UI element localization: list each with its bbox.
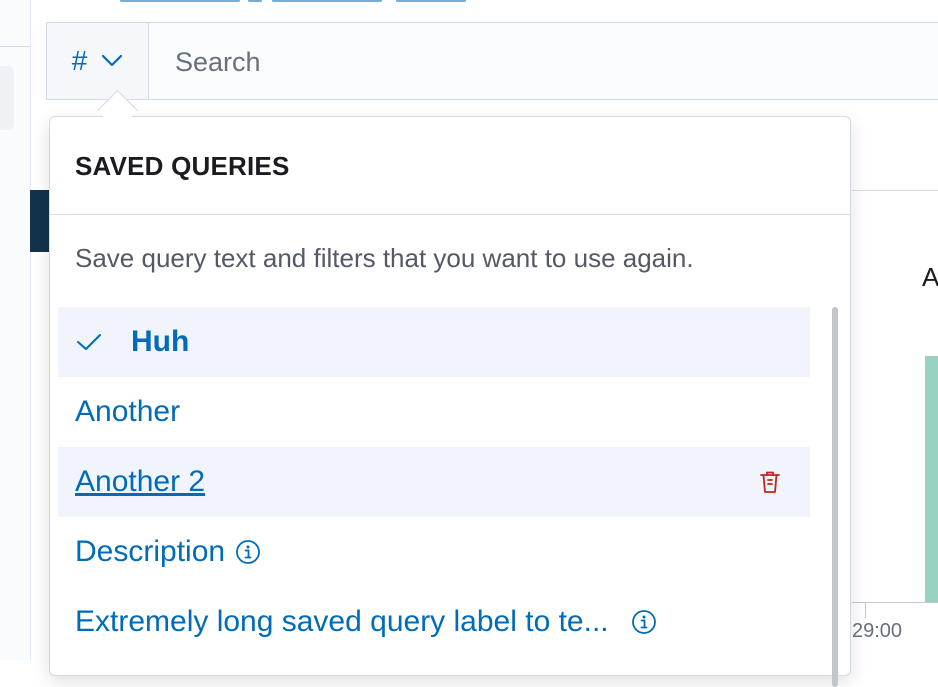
nav-item-highlight[interactable] bbox=[0, 66, 14, 130]
popover-title: SAVED QUERIES bbox=[75, 151, 290, 181]
panel-header-fragment bbox=[30, 190, 50, 252]
chart-axis-tick bbox=[865, 602, 866, 618]
saved-query-item[interactable]: Description bbox=[58, 517, 810, 587]
saved-query-list: Huh Another Another 2 Description Extrem… bbox=[58, 307, 810, 657]
saved-query-label: Extremely long saved query label to te..… bbox=[75, 605, 609, 638]
search-input[interactable] bbox=[151, 23, 938, 101]
saved-query-label: Another 2 bbox=[75, 465, 206, 498]
info-icon[interactable] bbox=[235, 539, 261, 565]
saved-queries-popover: SAVED QUERIES Save query text and filter… bbox=[49, 116, 851, 687]
chart-axis-tick-label: 29:00 bbox=[852, 620, 903, 642]
saved-query-item[interactable]: Extremely long saved query label to te..… bbox=[58, 587, 810, 657]
check-icon bbox=[77, 334, 101, 350]
query-bar: # bbox=[46, 22, 938, 101]
saved-query-label: Huh bbox=[131, 325, 190, 358]
chart-bar bbox=[925, 356, 938, 602]
left-nav-rail bbox=[0, 0, 31, 660]
saved-query-label: Description bbox=[75, 535, 226, 568]
saved-query-item[interactable]: Another 2 bbox=[58, 447, 810, 517]
nav-separator bbox=[0, 46, 30, 47]
list-scrollbar[interactable] bbox=[832, 307, 838, 687]
saved-query-item[interactable]: Huh bbox=[58, 307, 810, 377]
trash-icon[interactable] bbox=[758, 469, 782, 495]
chart-title-fragment: A bbox=[922, 262, 938, 292]
content-panel-edge bbox=[852, 190, 938, 191]
popover-description: Save query text and filters that you wan… bbox=[75, 243, 694, 273]
popover-divider bbox=[50, 214, 850, 215]
saved-query-label: Another bbox=[75, 395, 181, 428]
saved-query-item[interactable]: Another bbox=[58, 377, 810, 447]
info-icon[interactable] bbox=[631, 609, 657, 635]
chevron-down-icon bbox=[102, 54, 123, 67]
cutoff-header-text bbox=[120, 0, 600, 4]
hash-icon: # bbox=[71, 45, 88, 76]
saved-query-menu-button[interactable]: # bbox=[47, 23, 149, 99]
